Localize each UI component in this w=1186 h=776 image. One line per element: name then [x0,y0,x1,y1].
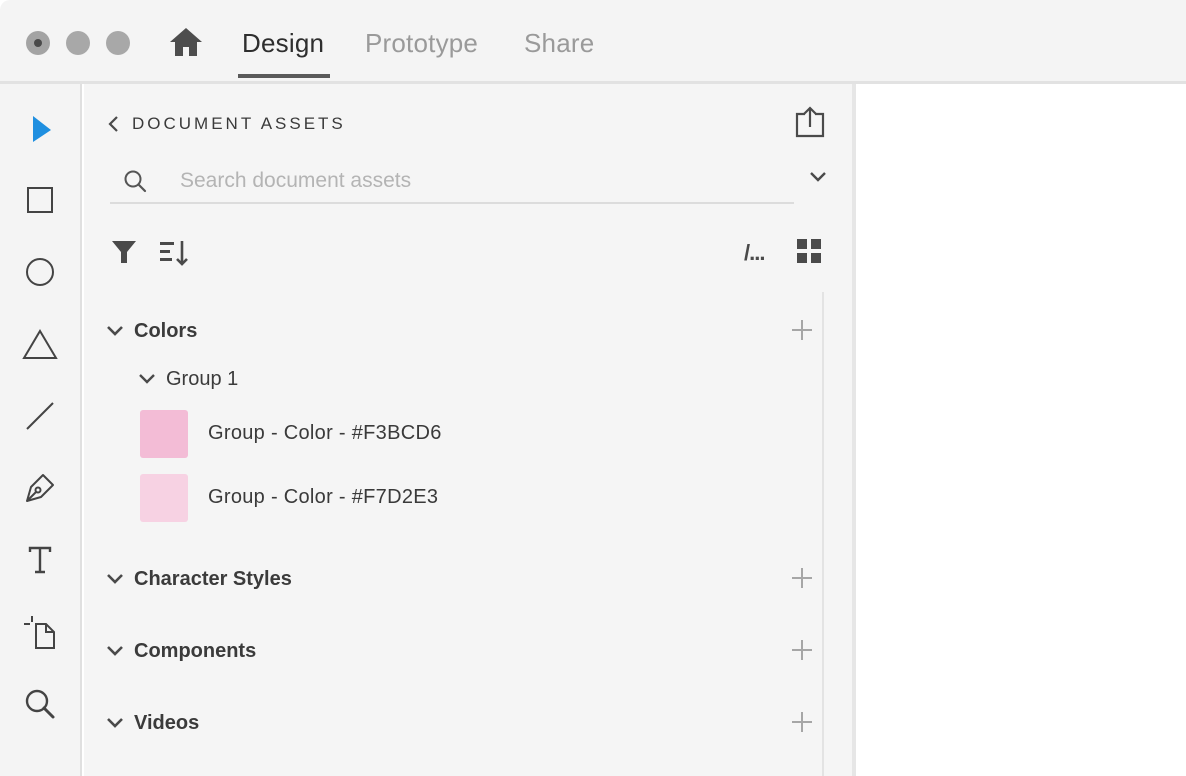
pen-icon [26,474,54,502]
section-videos[interactable]: Videos [106,708,826,740]
panel-scrollbar[interactable] [822,292,824,776]
panel-title: DOCUMENT ASSETS [132,114,346,133]
search-bar [110,160,794,204]
artboard-tool[interactable] [20,612,60,652]
back-chevron-icon[interactable] [106,114,120,134]
color-label: Group - Color - #F3BCD6 [208,422,442,444]
chevron-down-icon[interactable] [808,170,828,184]
search-input[interactable] [180,166,780,196]
section-label: Colors [134,320,198,342]
search-icon [124,170,147,193]
ellipse-tool[interactable] [20,252,60,292]
chevron-down-icon [139,374,155,384]
line-tool[interactable] [20,396,60,436]
tool-bar [0,84,82,776]
sort-icon[interactable] [158,238,190,268]
add-icon[interactable] [790,638,814,662]
color-label: Group - Color - #F7D2E3 [208,486,439,508]
design-canvas[interactable] [856,84,1186,776]
add-icon[interactable] [790,710,814,734]
rectangle-tool[interactable] [20,180,60,220]
minimize-window-button[interactable] [66,31,90,55]
polygon-tool[interactable] [20,324,60,364]
section-components[interactable]: Components [106,636,826,668]
chevron-down-icon [107,718,123,728]
group-label: Group 1 [166,368,239,390]
tab-prototype[interactable]: Prototype [365,28,478,59]
section-colors[interactable]: Colors [106,316,826,348]
title-bar: Design Prototype Share [0,0,1186,84]
app-window: Design Prototype Share DOCUMENT ASSETS S… [0,0,1186,776]
color-group-header[interactable]: Group 1 [138,366,438,394]
pen-tool[interactable] [20,468,60,508]
section-label: Components [134,640,257,662]
tab-design[interactable]: Design [242,28,324,59]
color-asset-item[interactable]: Group - Color - #F7D2E3 [140,474,740,524]
section-label: Videos [134,712,200,734]
maximize-window-button[interactable] [106,31,130,55]
active-tab-indicator [238,74,330,78]
select-arrow-icon [33,116,51,142]
color-swatch[interactable] [140,410,188,458]
grid-view-icon[interactable] [796,238,822,264]
select-tool[interactable] [20,108,60,148]
document-assets-panel: DOCUMENT ASSETS /... [84,84,852,776]
home-icon[interactable] [168,26,204,58]
zoom-icon [25,689,55,719]
tab-share[interactable]: Share [524,28,594,59]
section-label: Character Styles [134,568,292,590]
chevron-down-icon [107,646,123,656]
close-window-button[interactable] [26,31,50,55]
triangle-icon [22,329,58,359]
ellipse-icon [26,258,54,286]
chevron-down-icon [107,574,123,584]
list-view-icon[interactable]: /... [744,240,776,266]
rectangle-icon [27,187,53,213]
zoom-tool[interactable] [20,684,60,724]
add-icon[interactable] [790,318,814,342]
export-share-icon[interactable] [794,106,826,138]
add-icon[interactable] [790,566,814,590]
color-swatch[interactable] [140,474,188,522]
artboard-icon [24,616,55,649]
filter-icon[interactable] [110,238,138,266]
text-icon [28,546,52,574]
chevron-down-icon [107,326,123,336]
line-icon [26,402,54,430]
section-character-styles[interactable]: Character Styles [106,564,826,596]
text-tool[interactable] [20,540,60,580]
color-asset-item[interactable]: Group - Color - #F3BCD6 [140,410,740,460]
